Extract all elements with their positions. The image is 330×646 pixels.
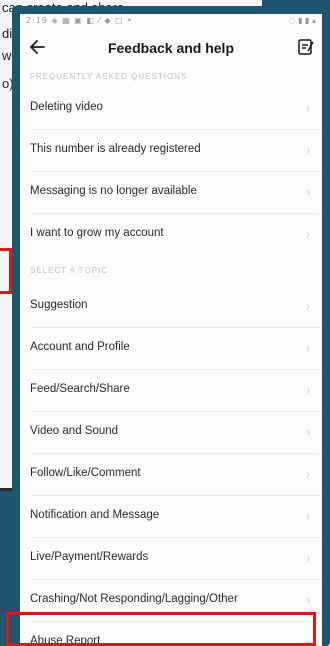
chevron-right-icon: › (306, 511, 310, 523)
chevron-right-icon: › (306, 385, 310, 397)
list-item-label: Account and Profile (30, 341, 130, 353)
status-bar: 2:19 ◈ ▦ ▣ ◧ ⁄ ◆ ▢ • ◌ ▮ ▮ ▴ (20, 14, 322, 28)
header: Feedback and help (20, 28, 322, 68)
topic-item-suggestion[interactable]: Suggestion › (20, 286, 322, 328)
list-item-label: Video and Sound (30, 425, 119, 437)
topic-item-account-profile[interactable]: Account and Profile › (20, 328, 322, 370)
topic-item-follow-like-comment[interactable]: Follow/Like/Comment › (20, 454, 322, 496)
chevron-right-icon: › (306, 145, 310, 157)
list-item-label: Feed/Search/Share (30, 383, 130, 395)
faq-section-label: FREQUENTLY ASKED QUESTIONS (30, 72, 188, 81)
topic-item-live-payment-rewards[interactable]: Live/Payment/Rewards › (20, 538, 322, 580)
list-item-label: Follow/Like/Comment (30, 467, 141, 479)
chevron-right-icon: › (306, 553, 310, 565)
phone-frame: 2:19 ◈ ▦ ▣ ◧ ⁄ ◆ ▢ • ◌ ▮ ▮ ▴ Feedback an… (12, 6, 330, 646)
list-item-label: Live/Payment/Rewards (30, 551, 149, 563)
chevron-right-icon: › (306, 427, 310, 439)
abuse-report-highlight-box (6, 612, 316, 646)
faq-item-deleting-video[interactable]: Deleting video › (20, 88, 322, 130)
status-bar-left: 2:19 ◈ ▦ ▣ ◧ ⁄ ◆ ▢ • (26, 16, 133, 25)
background-text: di (2, 26, 13, 41)
chevron-right-icon: › (306, 103, 310, 115)
page-title: Feedback and help (107, 40, 235, 56)
chevron-right-icon: › (306, 469, 310, 481)
chevron-right-icon: › (306, 343, 310, 355)
edit-note-icon[interactable] (296, 37, 316, 57)
topic-section-label: SELECT A TOPIC (30, 266, 109, 275)
list-item-label: Crashing/Not Responding/Lagging/Other (30, 593, 238, 605)
status-bar-right: ◌ ▮ ▮ ▴ (288, 16, 316, 25)
list-item-label: I want to grow my account (30, 227, 164, 239)
list-item-label: Deleting video (30, 101, 103, 113)
topic-item-video-sound[interactable]: Video and Sound › (20, 412, 322, 454)
chevron-right-icon: › (306, 229, 310, 241)
faq-item-number-registered[interactable]: This number is already registered › (20, 130, 322, 172)
phone-screen: 2:19 ◈ ▦ ▣ ◧ ⁄ ◆ ▢ • ◌ ▮ ▮ ▴ Feedback an… (20, 14, 322, 646)
chevron-right-icon: › (306, 595, 310, 607)
topic-item-feed-search-share[interactable]: Feed/Search/Share › (20, 370, 322, 412)
faq-item-messaging-unavailable[interactable]: Messaging is no longer available › (20, 172, 322, 214)
topic-item-notification-message[interactable]: Notification and Message › (20, 496, 322, 538)
chevron-right-icon: › (306, 301, 310, 313)
list-item-label: Notification and Message (30, 509, 160, 521)
list-item-label: This number is already registered (30, 143, 201, 155)
list-item-label: Suggestion (30, 299, 88, 311)
faq-item-grow-account[interactable]: I want to grow my account › (20, 214, 322, 256)
chevron-right-icon: › (306, 187, 310, 199)
list-item-label: Messaging is no longer available (30, 185, 197, 197)
background-highlight-box (0, 248, 12, 294)
